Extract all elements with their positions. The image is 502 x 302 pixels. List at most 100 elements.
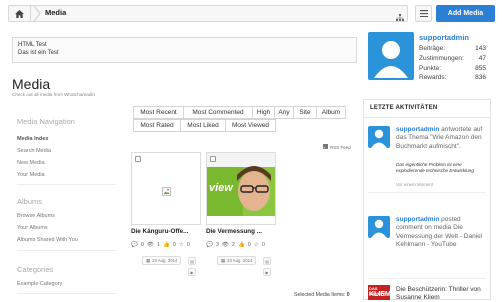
stat-label: Punkte: bbox=[419, 65, 442, 72]
notice-line-1: HTML Test bbox=[18, 42, 47, 48]
stat-label: Beiträge: bbox=[419, 45, 446, 52]
play-icon[interactable]: ▶ bbox=[263, 268, 271, 276]
media-thumbnail[interactable] bbox=[131, 152, 201, 225]
calendar-icon: ▦ bbox=[221, 257, 226, 263]
recent-activity-heading: LETZTE AKTIVITÄTEN bbox=[370, 105, 438, 111]
tab-most-viewed[interactable]: Most Viewed bbox=[225, 119, 276, 132]
media-date-text: 23 Aug. 2014 bbox=[152, 258, 178, 263]
activity-user-link[interactable]: supportadmin bbox=[396, 126, 439, 133]
select-checkbox[interactable] bbox=[210, 156, 216, 162]
rating-count: 0 bbox=[261, 242, 265, 248]
divider bbox=[363, 117, 491, 118]
add-media-button[interactable]: Add Media bbox=[436, 5, 495, 22]
star-icon: ☆ bbox=[253, 242, 259, 248]
comments-icon: 💬 bbox=[206, 242, 213, 248]
logo-main-text: KLIEM bbox=[369, 291, 391, 298]
like-icon: 👍 bbox=[162, 242, 170, 248]
tab-high[interactable]: High bbox=[252, 106, 275, 119]
likes-count: 0 bbox=[247, 242, 251, 248]
breadcrumb: Media bbox=[8, 5, 408, 22]
nav-media-index[interactable]: Media Index bbox=[17, 136, 48, 142]
nav-divider bbox=[17, 184, 117, 185]
nav-your-albums[interactable]: Your Albums bbox=[17, 225, 48, 231]
page-title: Media bbox=[12, 76, 51, 92]
stat-value: 47 bbox=[478, 55, 486, 62]
like-icon: 👍 bbox=[237, 242, 245, 248]
views-count: 2 bbox=[231, 242, 235, 248]
menu-icon[interactable] bbox=[415, 5, 432, 22]
select-checkbox[interactable] bbox=[135, 156, 141, 162]
broken-image-icon bbox=[162, 183, 171, 196]
tab-most-liked[interactable]: Most Liked bbox=[180, 119, 226, 132]
media-date: ▦ 23 Aug. 2014 bbox=[217, 256, 257, 265]
comments-count: 0 bbox=[140, 242, 144, 248]
media-title[interactable]: Die Vermessung ... bbox=[206, 228, 278, 235]
media-stats: 💬 3 👁 2 👍 0 ☆ 0 bbox=[206, 242, 265, 248]
calendar-icon: ▦ bbox=[146, 257, 151, 263]
views-icon: 👁 bbox=[146, 242, 154, 248]
tab-site[interactable]: Site bbox=[293, 106, 317, 119]
nav-your-media[interactable]: Your Media bbox=[17, 172, 45, 178]
nav-new-media[interactable]: New Media bbox=[17, 160, 45, 166]
avatar[interactable] bbox=[368, 216, 390, 238]
tab-album[interactable]: Album bbox=[316, 106, 346, 119]
divider bbox=[368, 278, 486, 279]
selected-media-counter: Selected Media Items: 0 bbox=[294, 292, 350, 298]
media-navigation-heading: Media Navigation bbox=[17, 117, 75, 126]
activity-text: supportadmin antwortete auf das Thema "W… bbox=[396, 126, 488, 151]
play-icon[interactable]: ▶ bbox=[188, 268, 196, 276]
tab-any[interactable]: Any bbox=[274, 106, 294, 119]
stat-label: Zustimmungen: bbox=[419, 55, 464, 62]
albums-heading: Albums bbox=[17, 197, 43, 206]
rss-feed-link[interactable]: RSS Feed bbox=[323, 144, 351, 150]
likes-count: 0 bbox=[172, 242, 176, 248]
nav-shared-albums[interactable]: Albums Shared With You bbox=[17, 237, 78, 243]
nav-example-category[interactable]: Example Category bbox=[17, 281, 62, 287]
profile-username[interactable]: supportadmin bbox=[419, 33, 469, 42]
comments-count: 3 bbox=[215, 242, 219, 248]
media-title[interactable]: Die Känguru-Offe... bbox=[131, 228, 203, 235]
avatar[interactable] bbox=[368, 126, 390, 148]
media-date: ▦ 23 Aug. 2014 bbox=[142, 256, 182, 265]
tab-most-commented[interactable]: Most Commented bbox=[183, 106, 253, 119]
nav-search-media[interactable]: Search Media bbox=[17, 148, 51, 154]
thumbnail-caption: view bbox=[209, 182, 233, 194]
notice-box: HTML Test Das ist ein Test bbox=[12, 37, 357, 63]
nav-browse-albums[interactable]: Browse Albums bbox=[17, 213, 55, 219]
tab-most-rated[interactable]: Most Rated bbox=[133, 119, 181, 132]
comments-icon: 💬 bbox=[131, 242, 138, 248]
stat-value: 836 bbox=[475, 74, 486, 81]
stat-label: Rewards: bbox=[419, 74, 447, 81]
sitemap-icon[interactable] bbox=[396, 9, 404, 21]
nav-divider bbox=[17, 250, 117, 251]
media-thumbnail[interactable]: view bbox=[206, 152, 276, 225]
home-icon[interactable] bbox=[9, 6, 31, 21]
book-cover-image[interactable]: DAS KANNTE KLIEM bbox=[368, 285, 391, 300]
avatar[interactable] bbox=[368, 32, 414, 80]
rss-label: RSS Feed bbox=[330, 144, 351, 150]
media-stats: 💬 0 👁 1 👍 0 ☆ 0 bbox=[131, 242, 190, 248]
selected-label: Selected Media Items: bbox=[294, 292, 346, 298]
notice-line-2: Das ist ein Test bbox=[18, 50, 59, 56]
activity-snippet: Das eigentliche Problem ist eine explodi… bbox=[396, 162, 474, 173]
page-subtitle: Check out all media from Whatchareadin bbox=[12, 92, 95, 97]
views-icon: 👁 bbox=[221, 242, 229, 248]
star-icon: ☆ bbox=[178, 242, 184, 248]
media-type-icon[interactable]: ▤ bbox=[263, 257, 271, 265]
categories-heading: Categories bbox=[17, 265, 54, 274]
media-date-text: 23 Aug. 2014 bbox=[227, 258, 253, 263]
activity-time: Vor einem Moment bbox=[396, 182, 433, 187]
tab-most-recent[interactable]: Most Recent bbox=[133, 106, 184, 119]
activity-user-link[interactable]: supportadmin bbox=[396, 216, 439, 223]
selected-count: 0 bbox=[346, 292, 350, 298]
nav-divider bbox=[17, 293, 117, 294]
rss-icon bbox=[323, 144, 328, 150]
views-count: 1 bbox=[156, 242, 160, 248]
rating-count: 0 bbox=[186, 242, 190, 248]
activity-text: supportadmin posted comment on media Die… bbox=[396, 216, 488, 249]
media-type-icon[interactable]: ▤ bbox=[188, 257, 196, 265]
chevron-right-icon bbox=[32, 5, 42, 22]
stat-value: 143 bbox=[475, 45, 486, 52]
breadcrumb-current[interactable]: Media bbox=[45, 8, 66, 17]
stat-value: 855 bbox=[475, 65, 486, 72]
